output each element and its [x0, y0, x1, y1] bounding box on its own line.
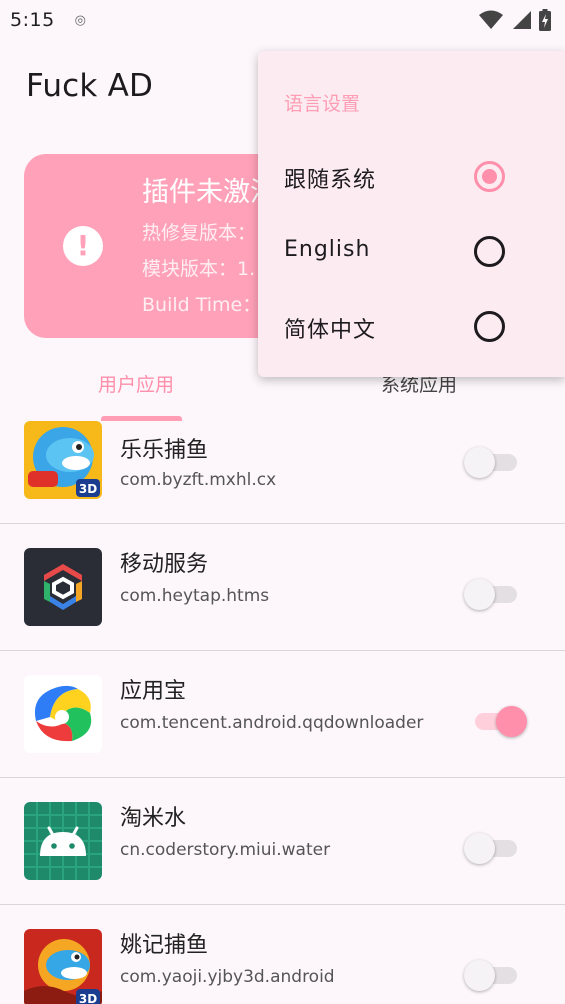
tab-user-apps[interactable]: 用户应用: [98, 370, 174, 397]
app-name: 淘米水: [120, 806, 187, 831]
list-item[interactable]: 3D 姚记捕鱼 com.yaoji.yjby3d.android: [0, 905, 565, 1004]
signal-icon: [513, 11, 531, 29]
language-menu-header: 语言设置: [284, 93, 361, 115]
fish-game-icon: 3D: [24, 421, 102, 499]
app-toggle[interactable]: [464, 576, 528, 612]
list-item[interactable]: 应用宝 com.tencent.android.qqdownloader: [0, 651, 565, 778]
toggle-thumb: [496, 706, 527, 737]
app-package: com.tencent.android.qqdownloader: [120, 713, 424, 733]
app-store-icon: [24, 675, 102, 753]
status-icons: [479, 9, 551, 31]
radio-unchecked-icon[interactable]: [474, 311, 505, 342]
hotfix-version-label: 热修复版本：: [142, 222, 257, 244]
app-list: 3D 乐乐捕鱼 com.byzft.mxhl.cx 移动服务 com.heyta…: [0, 420, 565, 1004]
list-item[interactable]: 移动服务 com.heytap.htms: [0, 524, 565, 651]
toggle-thumb: [464, 833, 495, 864]
status-bar: 5:15 ◎: [0, 0, 565, 40]
app-package: com.yaoji.yjby3d.android: [120, 967, 335, 987]
radio-checked-icon[interactable]: [474, 161, 505, 192]
language-option-english[interactable]: English: [258, 215, 565, 290]
mobile-services-icon: [24, 548, 102, 626]
target-icon: ◎: [74, 12, 87, 28]
app-toggle[interactable]: [464, 830, 528, 866]
app-title: Fuck AD: [26, 68, 154, 104]
app-name: 姚记捕鱼: [120, 933, 209, 958]
wifi-icon: [479, 10, 503, 29]
svg-text:3D: 3D: [79, 482, 97, 496]
battery-icon: [539, 9, 551, 31]
language-option-label: 简体中文: [284, 318, 377, 343]
app-name: 移动服务: [120, 552, 209, 577]
app-package: com.byzft.mxhl.cx: [120, 470, 277, 490]
alert-icon: !: [63, 226, 103, 266]
list-item[interactable]: 淘米水 cn.coderstory.miui.water: [0, 778, 565, 905]
app-toggle[interactable]: [464, 703, 528, 739]
svg-text:3D: 3D: [79, 992, 97, 1004]
list-item[interactable]: 3D 乐乐捕鱼 com.byzft.mxhl.cx: [0, 420, 565, 524]
radio-unchecked-icon[interactable]: [474, 236, 505, 267]
app-package: com.heytap.htms: [120, 586, 270, 606]
language-option-simplified-chinese[interactable]: 简体中文: [258, 290, 565, 365]
android-icon: [24, 802, 102, 880]
language-option-label: 跟随系统: [284, 168, 377, 193]
language-menu: 语言设置 跟随系统 English 简体中文: [258, 51, 565, 377]
app-toggle[interactable]: [464, 957, 528, 993]
toggle-thumb: [464, 447, 495, 478]
language-option-label: English: [284, 237, 371, 262]
build-time-label: Build Time：: [142, 294, 262, 316]
toggle-thumb: [464, 960, 495, 991]
toggle-thumb: [464, 579, 495, 610]
module-status-title: 插件未激活: [142, 177, 277, 208]
app-name: 乐乐捕鱼: [120, 438, 209, 463]
app-toggle[interactable]: [464, 444, 528, 480]
module-version-label: 模块版本：1.: [142, 258, 256, 280]
status-time: 5:15: [10, 9, 55, 31]
app-name: 应用宝: [120, 679, 187, 704]
fish-game-icon: 3D: [24, 929, 102, 1004]
app-package: cn.coderstory.miui.water: [120, 840, 331, 860]
language-option-follow-system[interactable]: 跟随系统: [258, 140, 565, 215]
